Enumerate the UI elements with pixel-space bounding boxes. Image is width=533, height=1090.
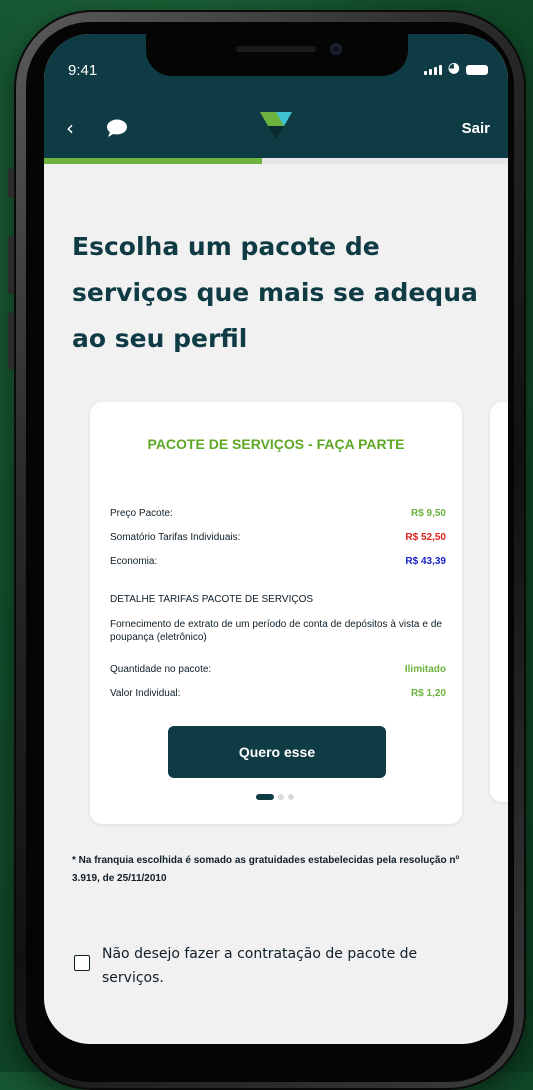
opt-out-label[interactable]: Não desejo fazer a contratação de pacote… <box>102 942 474 990</box>
package-card: PACOTE DE SERVIÇOS - FAÇA PARTE Preço Pa… <box>90 402 462 824</box>
page-title: Escolha um pacote de serviços que mais s… <box>72 232 478 353</box>
details-description: Fornecimento de extrato de um período de… <box>110 619 442 643</box>
row-label: Valor Individual: <box>110 688 181 699</box>
app-screen: 9:41 ◕ ‹ Sair Escolha um pacote de servi… <box>44 34 508 1044</box>
row-value: Ilimitado <box>404 664 446 675</box>
opt-out-checkbox[interactable] <box>74 955 90 971</box>
chat-icon[interactable] <box>106 119 128 137</box>
exit-button[interactable]: Sair <box>462 120 490 137</box>
phone-side-button <box>8 168 14 198</box>
row-label: Preço Pacote: <box>110 508 173 519</box>
next-package-card[interactable] <box>490 402 508 802</box>
details-heading: DETALHE TARIFAS PACOTE DE SERVIÇOS <box>110 594 314 605</box>
phone-notch <box>146 34 408 76</box>
app-header: 9:41 ◕ ‹ Sair <box>44 34 508 158</box>
row-label: Somatório Tarifas Individuais: <box>110 532 241 543</box>
signal-icon <box>423 65 442 75</box>
status-icons: ◕ <box>423 60 488 76</box>
camera-lens <box>330 43 342 55</box>
phone-side-button <box>8 312 14 370</box>
savings-row: Economia: R$ 43,39 <box>110 556 446 567</box>
opt-out-row: Não desejo fazer a contratação de pacote… <box>74 942 474 990</box>
bank-logo-icon <box>260 112 292 140</box>
back-button[interactable]: ‹ <box>66 118 74 138</box>
select-package-button[interactable]: Quero esse <box>168 726 386 778</box>
carousel-dot[interactable] <box>278 794 284 800</box>
battery-icon <box>466 65 488 75</box>
progress-bar <box>44 158 508 164</box>
speaker-grille <box>236 46 316 52</box>
row-value: R$ 9,50 <box>410 508 446 519</box>
row-value: R$ 52,50 <box>405 532 446 543</box>
carousel-dot[interactable] <box>288 794 294 800</box>
package-title: PACOTE DE SERVIÇOS - FAÇA PARTE <box>147 436 405 452</box>
wifi-icon: ◕ <box>447 60 460 76</box>
individual-value-row: Valor Individual: R$ 1,20 <box>110 688 446 699</box>
price-row: Preço Pacote: R$ 9,50 <box>110 508 446 519</box>
phone-side-button <box>8 236 14 294</box>
row-label: Economia: <box>110 556 158 567</box>
footnote: * Na franquia escolhida é somado as grat… <box>72 855 460 884</box>
carousel-pagination <box>256 794 294 800</box>
row-value: R$ 1,20 <box>410 688 446 699</box>
status-time: 9:41 <box>68 62 98 79</box>
carousel-dot[interactable] <box>256 794 274 800</box>
row-value: R$ 43,39 <box>405 556 446 567</box>
quantity-row: Quantidade no pacote: Ilimitado <box>110 664 446 675</box>
progress-bar-fill <box>44 158 263 164</box>
sum-fees-row: Somatório Tarifas Individuais: R$ 52,50 <box>110 532 446 543</box>
row-label: Quantidade no pacote: <box>110 664 212 675</box>
